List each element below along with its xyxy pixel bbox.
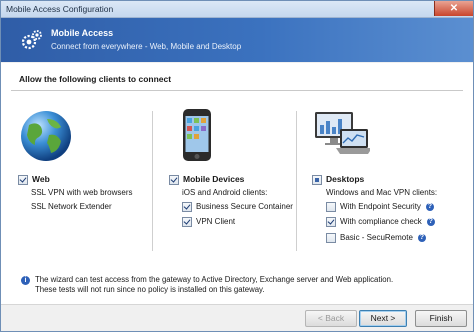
section-heading: Allow the following clients to connect [19, 74, 172, 84]
compliance-check-checkbox[interactable] [326, 217, 336, 227]
title-bar: Mobile Access Configuration ✕ [1, 1, 473, 18]
mobile-intro: iOS and Android clients: [182, 188, 268, 197]
endpoint-security-checkbox[interactable] [326, 202, 336, 212]
vpn-client-label: VPN Client [196, 217, 236, 227]
smartphone-icon [183, 109, 211, 161]
securemote-option[interactable]: Basic - SecuRemote? [326, 233, 426, 243]
desktops-checkbox[interactable] [312, 174, 322, 185]
desktops-option[interactable]: Desktops [312, 174, 364, 185]
close-button[interactable]: ✕ [434, 1, 473, 16]
window-title: Mobile Access Configuration [6, 4, 114, 14]
gears-icon [21, 30, 42, 50]
vpn-client-checkbox[interactable] [182, 217, 192, 227]
help-icon[interactable]: ? [426, 218, 435, 226]
business-secure-container-checkbox[interactable] [182, 202, 192, 212]
globe-icon [21, 111, 71, 161]
web-checkbox[interactable] [18, 174, 28, 185]
back-button[interactable]: < Back [305, 310, 357, 327]
desktops-icon [315, 112, 370, 154]
endpoint-security-option[interactable]: With Endpoint Security? [326, 202, 434, 212]
column-separator [296, 111, 297, 251]
next-button[interactable]: Next > [359, 310, 407, 327]
banner-title: Mobile Access [51, 28, 114, 38]
vpn-client-option[interactable]: VPN Client [182, 217, 235, 227]
mobile-devices-option[interactable]: Mobile Devices [169, 174, 244, 185]
info-icon: i [21, 276, 30, 285]
web-line: SSL VPN with web browsers [31, 188, 133, 197]
compliance-check-label: With compliance check [340, 217, 422, 227]
banner-subtitle: Connect from everywhere - Web, Mobile an… [51, 42, 242, 51]
divider [11, 90, 463, 91]
web-line: SSL Network Extender [31, 202, 112, 211]
finish-button[interactable]: Finish [415, 310, 467, 327]
web-label: Web [32, 174, 50, 184]
wizard-window: Mobile Access Configuration ✕ Mobile Acc… [0, 0, 474, 332]
column-separator [152, 111, 153, 251]
securemote-checkbox[interactable] [326, 233, 336, 243]
business-secure-container-option[interactable]: Business Secure Container [182, 202, 293, 212]
mobile-devices-checkbox[interactable] [169, 174, 179, 185]
wizard-content: Allow the following clients to connect W… [1, 63, 473, 304]
compliance-check-option[interactable]: With compliance check? [326, 217, 435, 227]
note-line-2: These tests will not run since no policy… [35, 285, 265, 294]
button-bar: < Back Next > Finish [1, 304, 473, 331]
desktops-intro: Windows and Mac VPN clients: [326, 188, 438, 197]
banner: Mobile Access Connect from everywhere - … [1, 18, 473, 62]
help-icon[interactable]: ? [417, 234, 426, 242]
web-option[interactable]: Web [18, 174, 50, 185]
securemote-label: Basic - SecuRemote [340, 233, 413, 243]
help-icon[interactable]: ? [425, 203, 434, 211]
business-secure-container-label: Business Secure Container [196, 202, 293, 212]
desktops-label: Desktops [326, 174, 365, 184]
endpoint-security-label: With Endpoint Security [340, 202, 421, 212]
note-line-1: The wizard can test access from the gate… [35, 275, 394, 284]
mobile-devices-label: Mobile Devices [183, 174, 245, 184]
